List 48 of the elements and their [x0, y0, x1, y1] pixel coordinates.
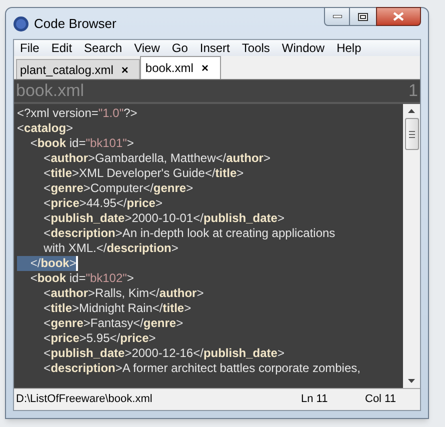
code-line: with XML.</description>: [42, 241, 178, 256]
tab-label: plant_catalog.xml: [20, 62, 114, 78]
code-line: <author>Gambardella, Matthew</author>: [42, 151, 270, 166]
code-line: <book id="bk102">: [29, 271, 134, 286]
menu-item[interactable]: Insert: [200, 39, 230, 57]
menu-item[interactable]: Tools: [242, 39, 270, 57]
minimize-icon: [332, 15, 342, 18]
file-tab[interactable]: plant_catalog.xml ×: [16, 59, 140, 79]
code-line: <description>A former architect battles corporate zombies,: [42, 361, 360, 376]
tab-close-button[interactable]: ×: [201, 59, 216, 77]
tab-label: book.xml: [145, 60, 194, 77]
code-line: <description>An in-depth look at creating applications: [42, 226, 336, 241]
scroll-thumb[interactable]: [404, 118, 418, 150]
code-line: <genre>Fantasy</genre>: [42, 316, 184, 331]
code-line: <title>XML Developer's Guide</title>: [42, 166, 244, 181]
code-line: <publish_date>2000-10-01</publish_date>: [42, 211, 284, 226]
file-tab[interactable]: book.xml ×: [140, 56, 222, 79]
header-file-name: book.xml: [16, 80, 84, 102]
minimize-button[interactable]: [324, 7, 350, 26]
code-line: <price>44.95</price>: [42, 196, 162, 211]
code-line: <title>Midnight Rain</title>: [42, 301, 192, 316]
code-line: <?xml version="1.0"?>: [17, 106, 138, 121]
code-line: <catalog>: [17, 121, 74, 136]
close-button[interactable]: [376, 7, 421, 26]
vertical-scrollbar[interactable]: [403, 104, 420, 388]
line-number: Ln 11: [301, 392, 329, 408]
maximize-icon: [358, 12, 368, 20]
menu-item[interactable]: Window: [282, 39, 325, 57]
code-line: <author>Ralls, Kim</author>: [42, 286, 204, 301]
code-editor[interactable]: [14, 102, 420, 388]
code-line: <publish_date>2000-12-16</publish_date>: [42, 346, 284, 361]
menu-item[interactable]: Go: [172, 39, 188, 57]
header-number: 1: [408, 80, 418, 102]
menu-item[interactable]: Edit: [51, 39, 72, 57]
menu-item[interactable]: View: [134, 39, 160, 57]
app-logo-icon: [13, 16, 29, 32]
code-line: <price>5.95</price>: [42, 331, 156, 346]
file-path: D:\ListOfFreeware\book.xml: [16, 392, 154, 408]
close-icon: [393, 12, 404, 21]
code-line: <book id="bk101">: [29, 136, 134, 151]
menu-item[interactable]: Help: [336, 39, 362, 57]
menu-item[interactable]: File: [20, 39, 40, 57]
menu-item[interactable]: Search: [84, 39, 122, 57]
maximize-button[interactable]: [350, 7, 376, 26]
column-number: Col 11: [365, 392, 396, 408]
code-line: <genre>Computer</genre>: [42, 181, 194, 196]
window-title: Code Browser: [34, 14, 116, 33]
tab-close-button[interactable]: ×: [121, 60, 136, 78]
